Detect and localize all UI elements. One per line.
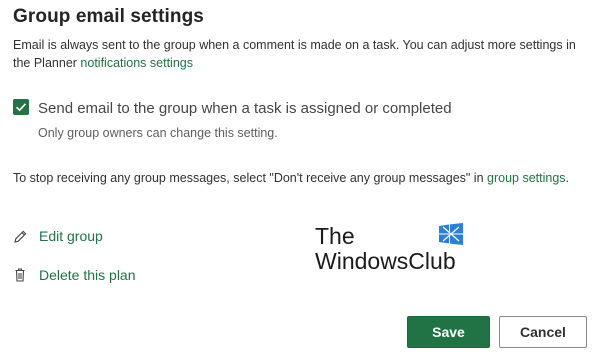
edit-group-link[interactable]: Edit group [13,228,103,244]
watermark-line2: WindowsClub [315,248,456,274]
owner-only-note: Only group owners can change this settin… [38,126,278,140]
trash-icon [15,268,25,282]
pencil-icon [14,230,27,243]
checkmark-icon [15,103,27,112]
stop-messages-instructions: To stop receiving any group messages, se… [13,171,488,185]
edit-group-label: Edit group [39,228,103,244]
dialog-description: Email is always sent to the group when a… [13,36,593,72]
cancel-button[interactable]: Cancel [499,316,587,348]
stop-messages-text: To stop receiving any group messages, se… [13,171,569,185]
dialog-title: Group email settings [13,6,204,27]
delete-plan-label: Delete this plan [39,267,136,283]
watermark-text: The WindowsClub [315,224,456,274]
stop-messages-suffix: . [565,171,570,185]
group-settings-link[interactable]: group settings [487,171,566,185]
delete-plan-link[interactable]: Delete this plan [13,267,136,283]
watermark-line1: The [315,223,355,249]
notifications-settings-link[interactable]: notifications settings [80,56,193,70]
send-email-checkbox[interactable] [13,99,29,115]
send-email-label[interactable]: Send email to the group when a task is a… [38,100,452,117]
save-button[interactable]: Save [407,316,490,348]
windows-logo-icon [439,223,463,245]
